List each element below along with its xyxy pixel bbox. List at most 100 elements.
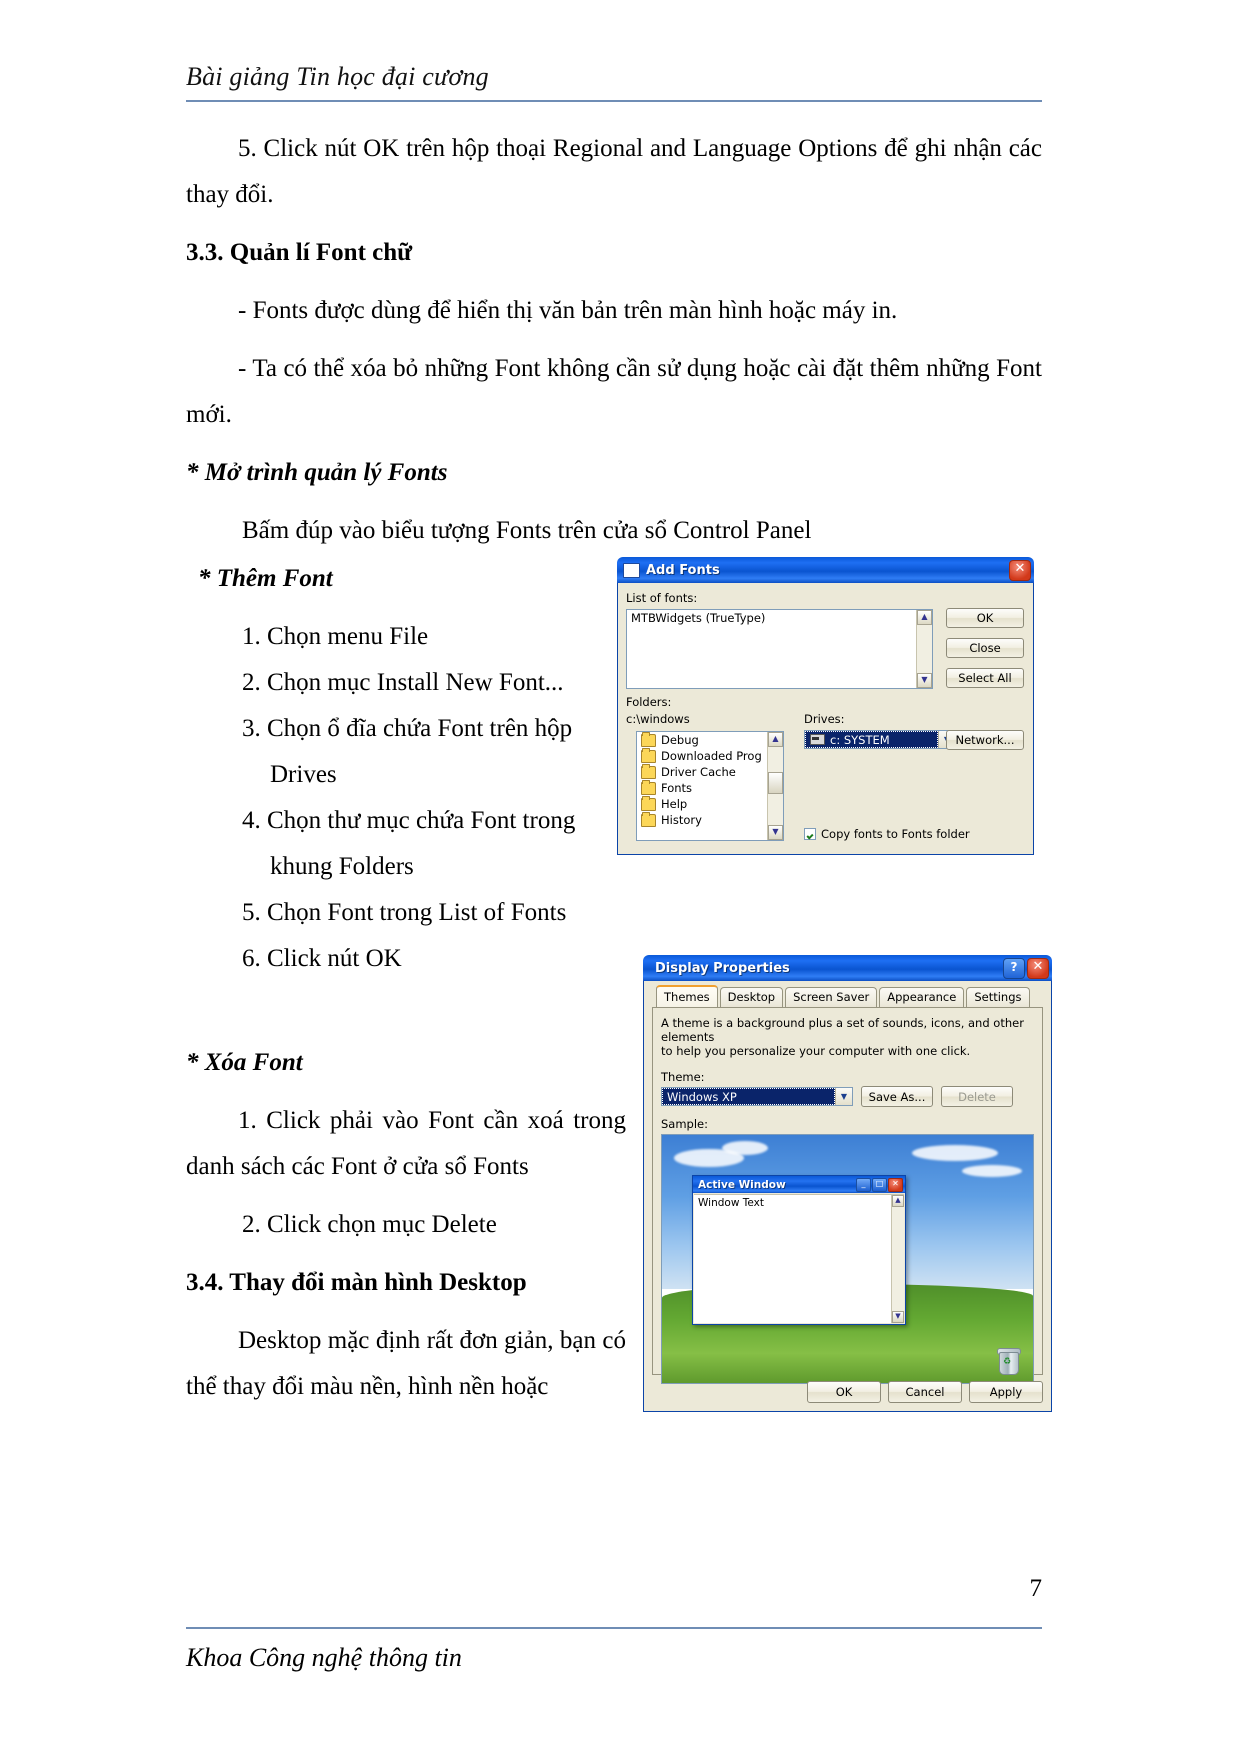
scroll-down-icon: ▼ [892, 1311, 904, 1323]
delete-step-1: 1. Click phải vào Font cần xoá trong dan… [186, 1107, 626, 1180]
footer-rule [186, 1627, 1042, 1629]
list-of-fonts-label: List of fonts: [626, 591, 698, 605]
preview-title: Active Window [698, 1178, 786, 1191]
preview-scrollbar: ▲ ▼ [891, 1195, 904, 1323]
folder-icon [641, 779, 656, 795]
close-icon[interactable]: ✕ [1009, 559, 1031, 581]
minimize-icon: _ [856, 1177, 871, 1192]
paragraph-open-fonts: Bấm đúp vào biểu tượng Fonts trên cửa sổ… [242, 517, 812, 544]
page-number: 7 [1029, 1575, 1043, 1602]
delete-step-2: 2. Click chọn mục Delete [242, 1211, 497, 1238]
recycle-symbol: ♻ [1003, 1357, 1012, 1367]
chevron-down-icon[interactable]: ▼ [835, 1088, 852, 1105]
add-step-3: 3. Chọn ổ đĩa chứa Font trên hộp [242, 715, 573, 742]
tab-desktop[interactable]: Desktop [719, 987, 784, 1007]
display-properties-title: Display Properties [655, 960, 790, 976]
folder-icon [641, 763, 656, 779]
drives-combobox[interactable]: c: SYSTEM ▼ [804, 730, 956, 749]
folder-item[interactable]: Downloaded Prog [637, 747, 783, 764]
add-step-1: 1. Chọn menu File [242, 623, 429, 650]
fonts-scrollbar[interactable]: ▲ ▼ [916, 610, 932, 688]
display-properties-body: Themes Desktop Screen Saver Appearance S… [643, 981, 1052, 1412]
network-button[interactable]: Network... [946, 730, 1024, 750]
folder-icon [641, 811, 656, 827]
folder-label: Downloaded Prog [661, 749, 762, 763]
bullet-fonts-remove: - Ta có thể xóa bỏ những Font không cần … [186, 355, 1042, 428]
body-column: 5. Click nút OK trên hộp thoại Regional … [186, 126, 1042, 554]
add-fonts-body: List of fonts: MTBWidgets (TrueType) ▲ ▼… [617, 583, 1034, 855]
ok-button[interactable]: OK [946, 608, 1024, 628]
folder-item[interactable]: History [637, 811, 783, 828]
copy-fonts-checkbox-row[interactable]: Copy fonts to Fonts folder [804, 827, 970, 841]
display-properties-dialog[interactable]: Display Properties ? ✕ Themes Desktop Sc… [643, 955, 1052, 1412]
folder-label: History [661, 813, 702, 827]
folder-item[interactable]: Fonts [637, 779, 783, 796]
apply-button[interactable]: Apply [969, 1381, 1043, 1403]
folder-label: Debug [661, 733, 699, 747]
scroll-down-icon[interactable]: ▼ [917, 673, 932, 688]
cloud-shape [722, 1141, 768, 1155]
help-icon[interactable]: ? [1003, 957, 1025, 979]
checkbox-icon[interactable] [804, 828, 816, 840]
add-font-steps-block: * Thêm Font 1. Chọn menu File 2. Chọn mụ… [186, 556, 636, 982]
close-icon[interactable]: ✕ [1027, 957, 1049, 979]
add-fonts-title: Add Fonts [646, 562, 720, 578]
add-step-5: 5. Chọn Font trong List of Fonts [242, 899, 567, 926]
folder-item[interactable]: Debug [637, 732, 783, 748]
folder-item[interactable]: Help [637, 795, 783, 812]
footer-department: Khoa Công nghệ thông tin [186, 1643, 462, 1672]
folders-scrollbar[interactable]: ▲ ▼ [767, 732, 783, 840]
tab-themes[interactable]: Themes [656, 985, 718, 1007]
folder-label: Driver Cache [661, 765, 736, 779]
recycle-bin-icon: ♻ [997, 1347, 1021, 1375]
folders-listbox[interactable]: Debug Downloaded Prog Driver Cache Fonts… [636, 731, 784, 841]
scroll-up-icon: ▲ [892, 1195, 904, 1207]
tab-settings[interactable]: Settings [966, 987, 1030, 1007]
display-properties-titlebar[interactable]: Display Properties ? ✕ [643, 955, 1052, 981]
theme-description-line1: A theme is a background plus a set of so… [661, 1016, 1024, 1044]
cancel-button[interactable]: Cancel [888, 1381, 962, 1403]
drive-selected-value[interactable]: c: SYSTEM [805, 731, 938, 748]
add-fonts-dialog[interactable]: Add Fonts ✕ List of fonts: MTBWidgets (T… [617, 557, 1034, 855]
tab-strip[interactable]: Themes Desktop Screen Saver Appearance S… [652, 985, 1043, 1007]
theme-description-line2: to help you personalize your computer wi… [661, 1044, 971, 1058]
subheading-add-font: * Thêm Font [198, 565, 333, 592]
select-all-button[interactable]: Select All [946, 668, 1024, 688]
folder-icon [641, 732, 656, 747]
close-button[interactable]: Close [946, 638, 1024, 658]
scroll-up-icon[interactable]: ▲ [917, 610, 932, 625]
tab-appearance[interactable]: Appearance [879, 987, 965, 1007]
maximize-icon: □ [872, 1177, 887, 1192]
scrollbar-thumb[interactable] [768, 772, 783, 794]
folder-item[interactable]: Driver Cache [637, 763, 783, 780]
add-step-2: 2. Chọn mục Install New Font... [242, 669, 564, 696]
subheading-delete-font: * Xóa Font [186, 1049, 303, 1076]
paragraph-desktop: Desktop mặc định rất đơn giản, bạn có th… [186, 1327, 626, 1400]
close-icon: ✕ [888, 1177, 903, 1192]
document-page: Bài giảng Tin học đại cương 5. Click nút… [0, 0, 1240, 1753]
fonts-listbox[interactable]: MTBWidgets (TrueType) ▲ ▼ [626, 609, 933, 689]
font-list-item[interactable]: MTBWidgets (TrueType) [627, 610, 932, 626]
sample-label: Sample: [661, 1117, 708, 1131]
preview-titlebar: Active Window _ □ ✕ [693, 1176, 905, 1193]
folder-icon [641, 747, 656, 763]
add-fonts-titlebar[interactable]: Add Fonts ✕ [617, 557, 1034, 583]
copy-fonts-label: Copy fonts to Fonts folder [821, 827, 970, 841]
drive-icon [810, 734, 825, 745]
page-header: Bài giảng Tin học đại cương [186, 62, 1042, 92]
themes-tab-pane: A theme is a background plus a set of so… [652, 1007, 1043, 1384]
scroll-down-icon[interactable]: ▼ [768, 825, 783, 840]
window-icon [623, 562, 640, 578]
theme-sample-preview: Active Window _ □ ✕ Window Text ▲ ▼ ♻ [661, 1134, 1034, 1384]
theme-selected-value[interactable]: Windows XP [662, 1088, 835, 1105]
save-as-button[interactable]: Save As... [861, 1086, 933, 1107]
ok-button[interactable]: OK [807, 1381, 881, 1403]
paragraph-step5: 5. Click nút OK trên hộp thoại Regional … [186, 135, 1042, 208]
scroll-up-icon[interactable]: ▲ [768, 732, 783, 747]
tab-screen-saver[interactable]: Screen Saver [785, 987, 878, 1007]
dialog-button-row[interactable]: OK Cancel Apply [807, 1381, 1043, 1403]
folders-label: Folders: [626, 695, 672, 709]
theme-combobox[interactable]: Windows XP ▼ [661, 1087, 853, 1106]
subheading-open-fonts: * Mở trình quản lý Fonts [186, 459, 448, 486]
header-rule [186, 100, 1042, 102]
